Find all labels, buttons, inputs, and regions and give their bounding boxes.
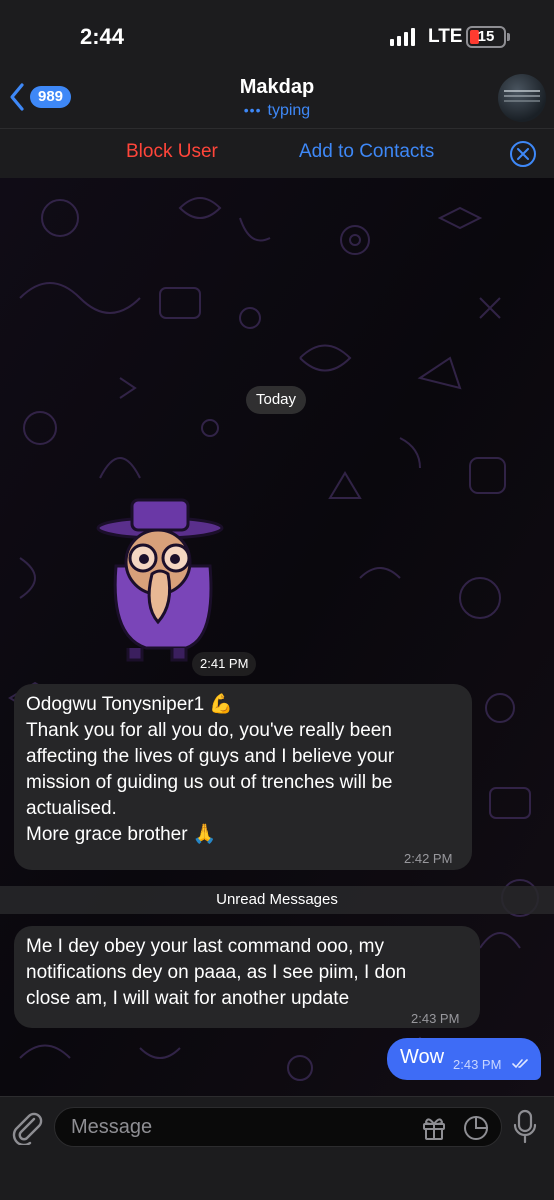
battery-icon: 15: [466, 26, 506, 48]
message-line: More grace brother 🙏: [26, 824, 217, 845]
add-to-contacts-button[interactable]: Add to Contacts: [299, 141, 434, 163]
incoming-message[interactable]: Me I dey obey your last command ooo, my …: [14, 926, 480, 1028]
message-line: close am, I will wait for another update: [26, 988, 350, 1009]
message-line: notifications dey on paaa, as I see piim…: [26, 962, 407, 983]
sticker-timestamp: 2:41 PM: [192, 652, 257, 676]
message-text: Wow: [400, 1046, 445, 1068]
message-line: mission of guiding us out of trenches wi…: [26, 772, 393, 793]
date-separator: Today: [246, 386, 306, 414]
message-timestamp: 2:43 PM: [411, 1011, 460, 1026]
message-input[interactable]: [71, 1108, 401, 1146]
battery-cap: [507, 33, 510, 41]
typing-label: typing: [267, 102, 311, 119]
typing-status: ••• typing: [0, 102, 554, 120]
message-timestamp: 2:42 PM: [404, 851, 453, 866]
chat-header: 989 Makdap ••• typing: [0, 70, 554, 128]
avatar[interactable]: [498, 74, 546, 122]
message-line: affecting the lives of guys and I believ…: [26, 746, 395, 767]
contact-action-bar: Block User Add to Contacts: [0, 128, 554, 178]
outgoing-message[interactable]: Wow 2:43 PM: [387, 1038, 541, 1080]
composer-bar: [0, 1096, 554, 1200]
status-bar: 2:44 LTE 15: [0, 0, 554, 70]
microphone-icon[interactable]: [512, 1109, 538, 1145]
clock: 2:44: [80, 24, 125, 49]
block-user-button[interactable]: Block User: [126, 141, 218, 163]
close-icon: [517, 148, 529, 160]
unread-messages-divider: Unread Messages: [0, 886, 554, 914]
message-line: Odogwu Tonysniper1 💪: [26, 694, 234, 715]
gift-icon[interactable]: [421, 1115, 447, 1141]
double-check-icon: [512, 1059, 528, 1069]
sticker-icon[interactable]: [463, 1115, 489, 1141]
battery-level: 15: [477, 28, 495, 45]
message-list[interactable]: Today 2:41 PM Odogwu Tonysniper1 💪 Thank…: [0, 178, 554, 1096]
incoming-message[interactable]: Odogwu Tonysniper1 💪 Thank you for all y…: [14, 684, 472, 870]
network-type: LTE: [428, 26, 463, 47]
typing-dots: •••: [243, 102, 262, 118]
paperclip-icon[interactable]: [10, 1109, 44, 1145]
signal-icon: [390, 28, 415, 46]
plague-doctor-sticker[interactable]: [88, 496, 228, 666]
message-timestamp: 2:43 PM: [453, 1057, 502, 1072]
message-line: Me I dey obey your last command ooo, my: [26, 936, 384, 957]
message-line: actualised.: [26, 798, 117, 819]
close-action-bar-button[interactable]: [510, 141, 536, 167]
message-input-container[interactable]: [54, 1107, 502, 1147]
message-line: Thank you for all you do, you've really …: [26, 720, 392, 741]
chat-title[interactable]: Makdap: [0, 76, 554, 99]
